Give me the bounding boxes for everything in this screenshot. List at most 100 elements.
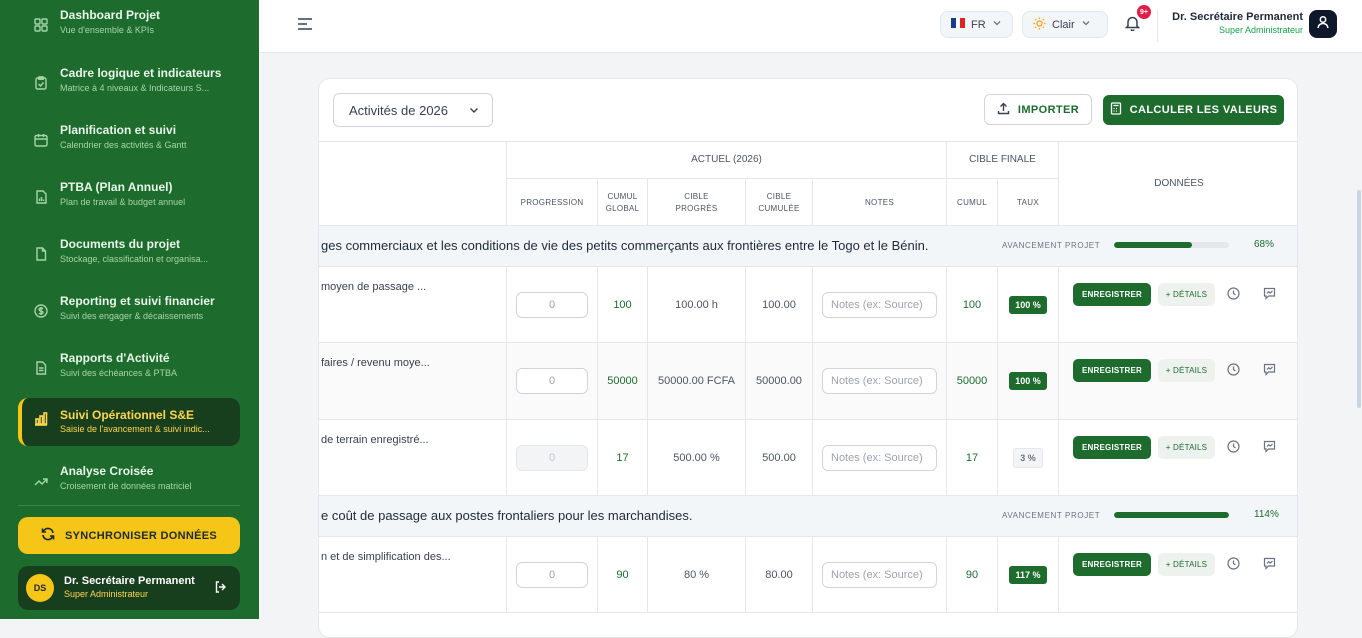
cumul-cell: 100 — [946, 267, 997, 342]
indicator-name: de terrain enregistré... — [321, 434, 429, 446]
taux-badge: 100 % — [1009, 295, 1047, 314]
column-divider — [1058, 420, 1059, 495]
sidebar-item-rapports[interactable]: Rapports d'Activité Suivi des échéances … — [18, 347, 240, 395]
taux-badge: 3 % — [1013, 447, 1043, 468]
upload-icon — [997, 102, 1010, 118]
section-header: e coût de passage aux postes frontaliers… — [319, 496, 1297, 537]
comment-chart-icon[interactable] — [1263, 363, 1276, 381]
save-button[interactable]: ENREGISTRER — [1073, 436, 1151, 459]
header-actuel: ACTUEL (2026) — [506, 142, 946, 179]
cible-progres-cell: 80 % — [647, 537, 745, 612]
details-button[interactable]: + DÉTAILS — [1158, 359, 1215, 382]
scrollbar-thumb[interactable] — [1357, 190, 1361, 408]
details-button[interactable]: + DÉTAILS — [1158, 436, 1215, 459]
save-button[interactable]: ENREGISTRER — [1073, 553, 1151, 576]
user-avatar-button[interactable] — [1309, 10, 1337, 38]
notes-input[interactable]: Notes (ex: Source) — [822, 444, 937, 471]
report-icon — [32, 359, 50, 377]
history-icon[interactable] — [1227, 440, 1240, 458]
indicator-name: n et de simplification des... — [321, 551, 451, 563]
progression-input[interactable]: 0 — [516, 291, 588, 318]
sidebar-item-reporting[interactable]: Reporting et suivi financier Suivi des e… — [18, 290, 240, 338]
sidebar-item-label: Planification et suivi — [60, 123, 177, 137]
sidebar-item-planification[interactable]: Planification et suivi Calendrier des ac… — [18, 119, 240, 167]
sidebar: Dashboard Projet Vue d'ensemble & KPIs C… — [0, 0, 259, 619]
progression-cell: 0 — [506, 267, 597, 342]
column-divider — [1058, 343, 1059, 419]
comment-chart-icon[interactable] — [1263, 287, 1276, 305]
sidebar-item-suivi-operationnel[interactable]: Suivi Opérationnel S&E Saisie de l'avanc… — [18, 398, 240, 446]
sidebar-item-label: Reporting et suivi financier — [60, 294, 215, 308]
avatar: DS — [26, 574, 54, 602]
sidebar-item-documents[interactable]: Documents du projet Stockage, classifica… — [18, 233, 240, 281]
user-icon — [1316, 15, 1330, 34]
cumul-global-cell: 90 — [597, 537, 647, 612]
sidebar-item-dashboard[interactable]: Dashboard Projet Vue d'ensemble & KPIs — [18, 4, 240, 52]
sidebar-item-sublabel: Croisement de données matriciel — [60, 481, 192, 491]
sync-button[interactable]: SYNCHRONISER DONNÉES — [18, 517, 240, 554]
notes-cell: Notes (ex: Source) — [812, 267, 946, 342]
file-chart-icon — [32, 188, 50, 206]
sidebar-item-sublabel: Suivi des engager & décaissements — [60, 311, 204, 321]
trend-icon — [32, 472, 50, 490]
taux-cell: 3 % — [997, 420, 1058, 495]
header-taux: TAUX — [997, 179, 1058, 226]
sidebar-item-label: PTBA (Plan Annuel) — [60, 180, 173, 194]
progression-input[interactable]: 0 — [516, 368, 588, 394]
sidebar-item-cadre-logique[interactable]: Cadre logique et indicateurs Matrice à 4… — [18, 62, 240, 110]
sidebar-item-label: Analyse Croisée — [60, 464, 154, 478]
progression-input[interactable]: 0 — [516, 561, 588, 588]
details-button[interactable]: + DÉTAILS — [1158, 283, 1215, 306]
comment-chart-icon[interactable] — [1263, 440, 1276, 458]
notes-cell: Notes (ex: Source) — [812, 343, 946, 419]
history-icon[interactable] — [1227, 557, 1240, 575]
taux-badge: 117 % — [1009, 565, 1047, 584]
history-icon[interactable] — [1227, 287, 1240, 305]
calculate-button[interactable]: CALCULER LES VALEURS — [1103, 95, 1284, 125]
notes-input[interactable]: Notes (ex: Source) — [822, 368, 937, 394]
sidebar-item-analyse-croisee[interactable]: Analyse Croisée Croisement de données ma… — [18, 460, 240, 508]
sidebar-item-label: Cadre logique et indicateurs — [60, 66, 222, 80]
progress-bar — [1114, 242, 1229, 248]
year-select[interactable]: Activités de 2026 — [333, 93, 493, 127]
menu-icon[interactable] — [297, 17, 313, 36]
cumul-cell: 90 — [946, 537, 997, 612]
clipboard-icon — [32, 74, 50, 92]
progress-percent: 68% — [1254, 239, 1275, 250]
notes-cell: Notes (ex: Source) — [812, 420, 946, 495]
import-button[interactable]: IMPORTER — [984, 94, 1092, 125]
header-cible-finale: CIBLE FINALE — [946, 142, 1058, 179]
cible-progres-cell: 50000.00 FCFA — [647, 343, 745, 419]
bell-icon[interactable] — [1124, 15, 1141, 36]
logout-icon[interactable] — [214, 580, 228, 599]
calculator-icon — [1110, 102, 1122, 118]
document-icon — [32, 245, 50, 263]
cumul-cell: 17 — [946, 420, 997, 495]
save-button[interactable]: ENREGISTRER — [1073, 283, 1151, 306]
column-divider — [1058, 267, 1059, 342]
user-name: Dr. Secrétaire Permanent — [64, 575, 195, 587]
taux-badge: 100 % — [1009, 372, 1047, 390]
indicator-name: moyen de passage ... — [321, 281, 427, 293]
sidebar-item-label: Rapports d'Activité — [60, 351, 170, 365]
details-button[interactable]: + DÉTAILS — [1158, 553, 1215, 576]
notes-cell: Notes (ex: Source) — [812, 537, 946, 612]
calendar-icon — [32, 131, 50, 149]
header-cible-cumulee: CIBLE CUMULÉE — [745, 179, 812, 226]
taux-cell: 100 % — [997, 267, 1058, 342]
sidebar-item-sublabel: Plan de travail & budget annuel — [60, 197, 186, 207]
language-select[interactable]: FR — [940, 11, 1013, 38]
sidebar-item-ptba[interactable]: PTBA (Plan Annuel) Plan de travail & bud… — [18, 176, 240, 224]
cumul-cell: 50000 — [946, 343, 997, 419]
notes-input[interactable]: Notes (ex: Source) — [822, 291, 937, 318]
cumul-global-cell: 50000 — [597, 343, 647, 419]
header-cible-progres: CIBLE PROGRÈS — [647, 179, 745, 226]
sidebar-item-label: Suivi Opérationnel S&E — [60, 408, 195, 422]
notes-input[interactable]: Notes (ex: Source) — [822, 561, 937, 588]
chevron-down-icon — [1081, 18, 1091, 31]
sidebar-item-sublabel: Suivi des échéances & PTBA — [60, 368, 178, 378]
save-button[interactable]: ENREGISTRER — [1073, 359, 1151, 382]
theme-select[interactable]: Clair — [1022, 11, 1108, 38]
history-icon[interactable] — [1227, 363, 1240, 381]
comment-chart-icon[interactable] — [1263, 557, 1276, 575]
